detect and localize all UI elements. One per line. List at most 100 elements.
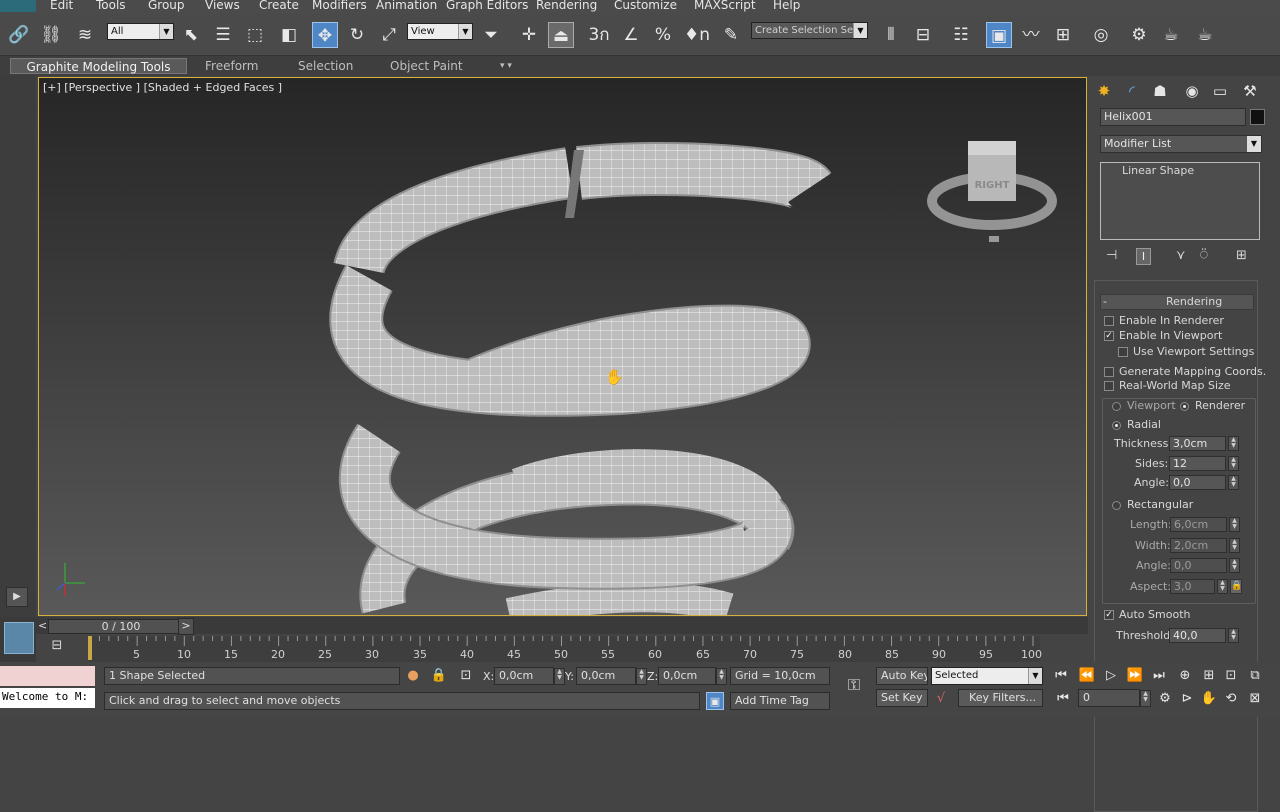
enable-in-viewport-checkbox[interactable]: ✓: [1104, 331, 1114, 341]
time-next-button[interactable]: >: [178, 618, 194, 635]
snaps-toggle-icon[interactable]: 3ก: [586, 22, 612, 48]
render-setup-icon[interactable]: ⚙: [1126, 22, 1152, 48]
angle-spinner-arrows[interactable]: ▲ ▼: [1228, 475, 1239, 490]
mirror-icon[interactable]: ⫴: [878, 22, 904, 48]
pivot-center-icon[interactable]: ⏷: [478, 22, 504, 48]
enable-in-renderer-checkbox[interactable]: [1104, 316, 1114, 326]
aspect-lock-icon[interactable]: 🔒: [1230, 579, 1242, 594]
material-editor-icon[interactable]: ◎: [1088, 22, 1114, 48]
open-mini-curve-icon[interactable]: ⊟: [46, 638, 68, 656]
show-end-result-icon[interactable]: I: [1136, 248, 1151, 265]
menu-group[interactable]: Group: [148, 0, 185, 12]
selection-lock-icon[interactable]: 🔒: [430, 667, 448, 685]
edit-named-selection-icon[interactable]: ✎: [718, 22, 744, 48]
modifier-list-dropdown[interactable]: Modifier List ▼: [1100, 135, 1262, 153]
time-prev-button[interactable]: <: [38, 619, 48, 634]
real-world-map-checkbox[interactable]: [1104, 381, 1114, 391]
frame-spinner-arrows[interactable]: ▲ ▼: [1140, 690, 1151, 707]
configure-modifier-sets-icon[interactable]: ⊞: [1236, 248, 1247, 263]
tab-object-paint[interactable]: Object Paint: [382, 58, 471, 74]
schematic-view-icon[interactable]: ⊞: [1050, 22, 1076, 48]
display-tab-icon[interactable]: ▭: [1208, 80, 1232, 102]
length-spinner-arrows[interactable]: ▲ ▼: [1229, 517, 1240, 532]
select-object-icon[interactable]: ⬉: [178, 22, 204, 48]
align-icon[interactable]: ⊟: [910, 22, 936, 48]
thickness-spinner-arrows[interactable]: ▲ ▼: [1228, 436, 1239, 451]
zoom-extents-all-icon[interactable]: ⧉: [1246, 667, 1264, 685]
keyboard-shortcut-override-icon[interactable]: ⏏: [548, 22, 574, 48]
time-tag-icon[interactable]: ▣: [706, 692, 724, 710]
set-key-button[interactable]: Set Key: [876, 689, 928, 707]
z-spinner-arrows[interactable]: ▲ ▼: [716, 668, 727, 685]
select-and-move-icon[interactable]: ✥: [312, 22, 338, 48]
x-spinner-arrows[interactable]: ▲ ▼: [554, 668, 565, 685]
menu-edit[interactable]: Edit: [50, 0, 73, 12]
curve-editor-icon[interactable]: 〰: [1018, 22, 1044, 48]
add-time-tag-button[interactable]: Add Time Tag: [730, 692, 830, 710]
key-selection-dropdown[interactable]: Selected ▼: [931, 667, 1043, 685]
auto-key-button[interactable]: Auto Key: [876, 667, 928, 685]
length-spinner[interactable]: 6,0cm: [1170, 517, 1227, 532]
isolate-selection-icon[interactable]: ●: [404, 667, 422, 685]
rect-angle-spinner[interactable]: 0,0: [1170, 558, 1227, 573]
rectangular-radio[interactable]: [1112, 501, 1121, 510]
z-coordinate-field[interactable]: 0,0cm: [658, 667, 716, 685]
make-unique-icon[interactable]: ⋎: [1176, 248, 1186, 263]
rect-angle-spinner-arrows[interactable]: ▲ ▼: [1229, 558, 1240, 573]
selection-filter-dropdown[interactable]: All ▼: [107, 23, 174, 40]
layer-manager-icon[interactable]: ☷: [948, 22, 974, 48]
unlink-icon[interactable]: ⛓: [38, 22, 64, 48]
maxscript-listener-top[interactable]: [0, 666, 95, 686]
absolute-mode-icon[interactable]: ⊡: [457, 667, 475, 685]
play-icon[interactable]: ▷: [1102, 667, 1120, 685]
field-of-view-icon[interactable]: ⊳: [1178, 690, 1196, 708]
mini-curve-editor-icon[interactable]: [4, 622, 34, 654]
menu-create[interactable]: Create: [259, 0, 299, 12]
auto-smooth-checkbox[interactable]: ✓: [1104, 610, 1114, 620]
menu-maxscript[interactable]: MAXScript: [694, 0, 756, 12]
named-selection-sets-field[interactable]: Create Selection Se ▼: [751, 22, 868, 39]
window-crossing-icon[interactable]: ◧: [276, 22, 302, 48]
motion-tab-icon[interactable]: ◉: [1180, 80, 1204, 102]
graphite-toggle-icon[interactable]: ▣: [986, 22, 1012, 48]
menu-views[interactable]: Views: [205, 0, 240, 12]
rectangular-selection-icon[interactable]: ⬚: [242, 22, 268, 48]
generate-mapping-checkbox[interactable]: [1104, 367, 1114, 377]
render-production-icon[interactable]: ☕: [1192, 22, 1218, 48]
width-spinner[interactable]: 2,0cm: [1170, 538, 1227, 553]
select-and-scale-icon[interactable]: ⤢: [376, 22, 402, 48]
maximize-viewport-icon[interactable]: ⊠: [1246, 690, 1264, 708]
use-viewport-settings-checkbox[interactable]: [1118, 347, 1128, 357]
menu-rendering[interactable]: Rendering: [536, 0, 597, 12]
time-configuration-icon[interactable]: ⚙: [1156, 690, 1174, 708]
utilities-tab-icon[interactable]: ⚒: [1238, 80, 1262, 102]
previous-frame-icon[interactable]: ⏪: [1078, 667, 1096, 685]
zoom-all-icon[interactable]: ⊞: [1200, 667, 1218, 685]
viewport-radio[interactable]: [1112, 402, 1121, 411]
stack-item-linear-shape[interactable]: Linear Shape: [1122, 164, 1194, 177]
timeline-ruler[interactable]: 5 10 15 20 25 30 35 40 45 50 55 60 65 70…: [88, 636, 1042, 662]
object-color-swatch[interactable]: [1250, 109, 1265, 125]
key-filters-button[interactable]: Key Filters...: [958, 689, 1043, 707]
menu-customize[interactable]: Customize: [614, 0, 677, 12]
threshold-spinner[interactable]: 40,0: [1169, 628, 1226, 643]
threshold-spinner-arrows[interactable]: ▲ ▼: [1228, 628, 1239, 643]
y-coordinate-field[interactable]: 0,0cm: [576, 667, 636, 685]
select-and-rotate-icon[interactable]: ↻: [344, 22, 370, 48]
perspective-viewport[interactable]: [+] [Perspective ] [Shaded + Edged Faces…: [38, 77, 1087, 616]
set-keys-key-icon[interactable]: ⚿: [838, 676, 870, 698]
zoom-icon[interactable]: ⊕: [1176, 667, 1194, 685]
thickness-spinner[interactable]: 3,0cm: [1169, 436, 1226, 451]
hierarchy-tab-icon[interactable]: ☗: [1148, 80, 1172, 102]
rendered-frame-window-icon[interactable]: ☕: [1158, 22, 1184, 48]
select-and-manipulate-icon[interactable]: ✛: [516, 22, 542, 48]
maxscript-listener[interactable]: Welcome to M:: [0, 688, 95, 708]
reference-coordinate-dropdown[interactable]: View ▼: [407, 23, 473, 40]
percent-snap-icon[interactable]: %: [650, 22, 676, 48]
y-spinner-arrows[interactable]: ▲ ▼: [636, 668, 647, 685]
spinner-snap-icon[interactable]: ♦n: [684, 22, 710, 48]
angle-spinner[interactable]: 0,0: [1169, 475, 1226, 490]
ribbon-options-icon[interactable]: ▾ ▾: [492, 58, 520, 74]
key-mode-toggle-icon[interactable]: ⏮: [1054, 690, 1072, 708]
x-coordinate-field[interactable]: 0,0cm: [494, 667, 554, 685]
